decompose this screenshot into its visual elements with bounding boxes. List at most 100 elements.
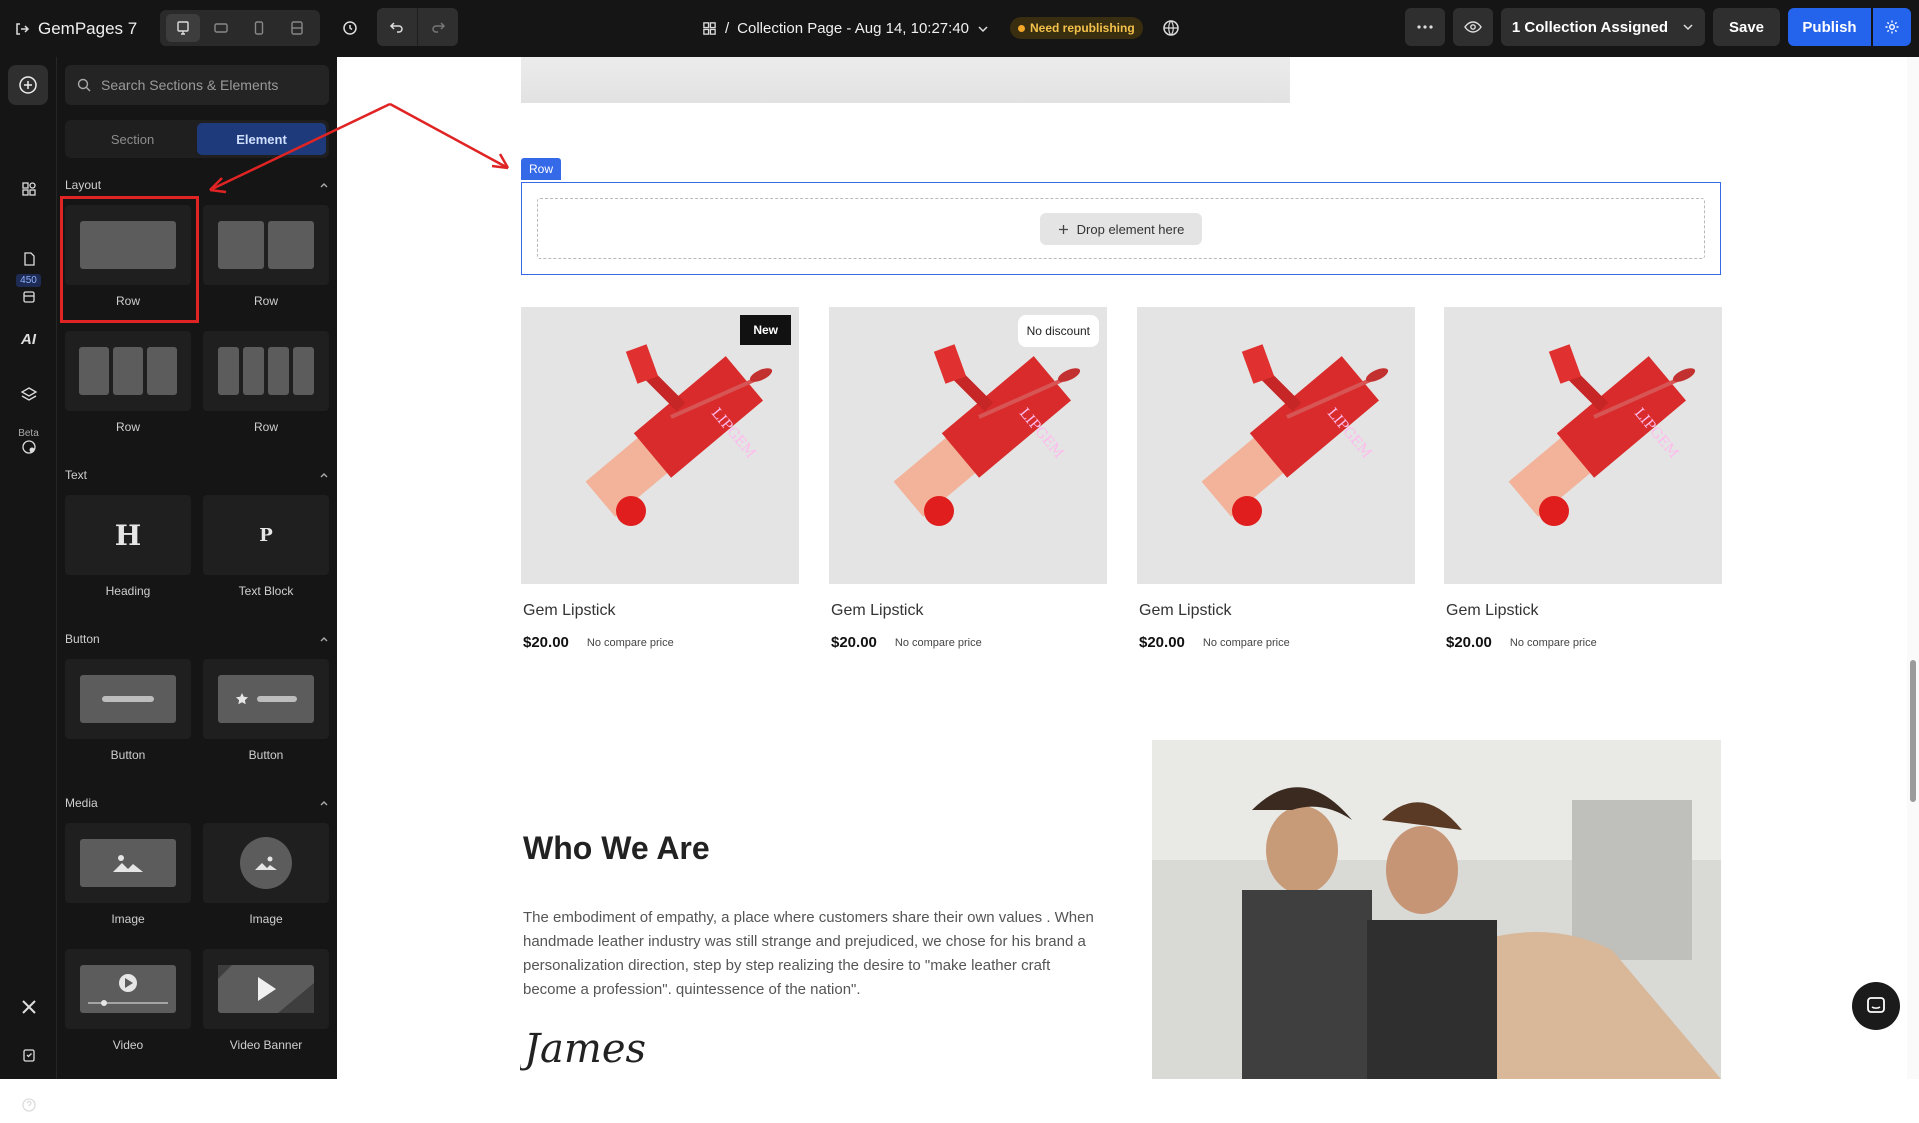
row-3-column-tile[interactable]	[65, 331, 191, 411]
video-banner-tile[interactable]	[203, 949, 329, 1029]
video-banner-icon	[218, 965, 314, 1013]
button-label: Button	[110, 748, 146, 762]
undo-button[interactable]	[377, 8, 417, 46]
product-price-row: $20.00 No compare price	[829, 634, 1107, 651]
chat-launcher-button[interactable]	[1852, 982, 1900, 1030]
button-section-header[interactable]: Button	[65, 629, 329, 649]
mobile-view-button[interactable]	[242, 14, 276, 42]
theme-icon	[21, 439, 36, 454]
x-social-button[interactable]	[0, 989, 57, 1025]
image-circle-preview	[240, 837, 292, 889]
lipstick-image: LIPGEM	[521, 307, 799, 584]
image-tile[interactable]	[65, 823, 191, 903]
apps-icon	[21, 182, 36, 196]
row-4-column-label: Row	[253, 420, 278, 434]
sections-button[interactable]	[0, 165, 57, 213]
drop-element-label: Drop element here	[1076, 221, 1185, 237]
add-element-button[interactable]	[8, 65, 48, 105]
undo-redo-group	[377, 8, 458, 46]
row-2-column-tile[interactable]	[203, 205, 329, 285]
more-options-button[interactable]	[1405, 8, 1445, 46]
tablet-landscape-button[interactable]	[204, 14, 238, 42]
product-name[interactable]: Gem Lipstick	[1137, 602, 1415, 620]
language-button[interactable]	[1157, 14, 1185, 42]
custom-view-button[interactable]	[280, 14, 314, 42]
preview-button[interactable]	[1453, 8, 1493, 46]
search-input[interactable]: Search Sections & Elements	[65, 65, 329, 105]
publish-settings-button[interactable]	[1873, 8, 1911, 46]
product-price-row: $20.00 No compare price	[1444, 634, 1722, 651]
product-price-row: $20.00 No compare price	[1137, 634, 1415, 651]
product-name[interactable]: Gem Lipstick	[829, 602, 1107, 620]
panel-tabs: Section Element	[65, 120, 329, 158]
page-title: Collection Page - Aug 14, 10:27:40	[737, 20, 970, 37]
library-button[interactable]: 450	[0, 269, 57, 309]
beta-feature-button[interactable]: Beta	[0, 419, 57, 463]
row-tag[interactable]: Row	[521, 158, 561, 180]
product-card[interactable]: LIPGEM Gem Lipstick $20.00 No compare pr…	[1444, 307, 1722, 651]
exit-icon[interactable]	[14, 21, 30, 37]
chat-icon	[1867, 997, 1885, 1013]
tab-element[interactable]: Element	[197, 123, 326, 155]
icon-button-tile[interactable]	[203, 659, 329, 739]
row-col-preview	[243, 347, 264, 395]
page-title-selector[interactable]: / Collection Page - Aug 14, 10:27:40	[702, 0, 989, 57]
signature-image[interactable]: James	[517, 1020, 680, 1081]
row-4-column-tile[interactable]	[203, 331, 329, 411]
video-banner-preview	[218, 965, 314, 1013]
collection-assigned-button[interactable]: 1 Collection Assigned	[1501, 8, 1705, 46]
product-name[interactable]: Gem Lipstick	[1444, 602, 1722, 620]
who-we-are-heading[interactable]: Who We Are	[523, 830, 710, 867]
app-logo[interactable]: GemPages 7	[38, 19, 137, 39]
video-tile[interactable]	[65, 949, 191, 1029]
tab-section[interactable]: Section	[68, 123, 197, 155]
text-section-header[interactable]: Text	[65, 465, 329, 485]
image-label: Image	[111, 912, 145, 926]
product-image[interactable]: LIPGEM New	[521, 307, 799, 584]
product-image[interactable]: LIPGEM	[1444, 307, 1722, 584]
media-section-header[interactable]: Media	[65, 793, 329, 813]
canvas-scrollbar[interactable]	[1907, 57, 1919, 1079]
video-label: Video	[112, 1038, 144, 1052]
checklist-button[interactable]	[0, 1037, 57, 1073]
scrollbar-thumb[interactable]	[1910, 660, 1916, 802]
svg-text:James: James	[520, 1026, 646, 1072]
chevron-up-icon	[320, 637, 328, 642]
compare-price: No compare price	[1509, 636, 1597, 649]
product-image[interactable]: LIPGEM	[1137, 307, 1415, 584]
product-name[interactable]: Gem Lipstick	[521, 602, 799, 620]
x-logo-icon	[21, 1000, 36, 1014]
text-block-tile[interactable]: P	[203, 495, 329, 575]
redo-button[interactable]	[417, 8, 458, 46]
plus-icon	[1058, 224, 1068, 234]
team-photo[interactable]	[1152, 740, 1721, 1079]
image-circle-tile[interactable]	[203, 823, 329, 903]
row-col-preview	[218, 347, 239, 395]
history-button[interactable]	[334, 12, 366, 44]
product-card[interactable]: LIPGEM No discount Gem Lipstick $20.00 N…	[829, 307, 1107, 651]
desktop-icon	[177, 21, 189, 35]
row-col-preview	[113, 347, 143, 395]
layout-section-header[interactable]: Layout	[65, 175, 329, 195]
who-we-are-text[interactable]: The embodiment of empathy, a place where…	[523, 906, 1098, 1002]
undo-icon	[389, 22, 403, 33]
help-button[interactable]	[0, 1087, 57, 1123]
page-icon	[23, 252, 35, 266]
layers-button[interactable]	[0, 375, 57, 415]
ai-button[interactable]: AI	[0, 319, 57, 359]
image-icon	[255, 856, 277, 870]
product-card[interactable]: LIPGEM New Gem Lipstick $20.00 No compar…	[521, 307, 799, 651]
button-tile[interactable]	[65, 659, 191, 739]
drop-element-button[interactable]: Drop element here	[1040, 213, 1202, 245]
heading-tile[interactable]: H	[65, 495, 191, 575]
video-banner-label: Video Banner	[229, 1038, 303, 1052]
save-button[interactable]: Save	[1713, 8, 1780, 46]
product-image[interactable]: LIPGEM No discount	[829, 307, 1107, 584]
publish-button[interactable]: Publish	[1788, 8, 1871, 46]
desktop-view-button[interactable]	[166, 14, 200, 42]
row-col-preview	[268, 221, 314, 269]
clock-icon	[343, 21, 357, 35]
product-card[interactable]: LIPGEM Gem Lipstick $20.00 No compare pr…	[1137, 307, 1415, 651]
compare-price: No compare price	[1202, 636, 1290, 649]
top-bar: GemPages 7 / Collection Page - Aug 14, 1…	[0, 0, 1919, 57]
